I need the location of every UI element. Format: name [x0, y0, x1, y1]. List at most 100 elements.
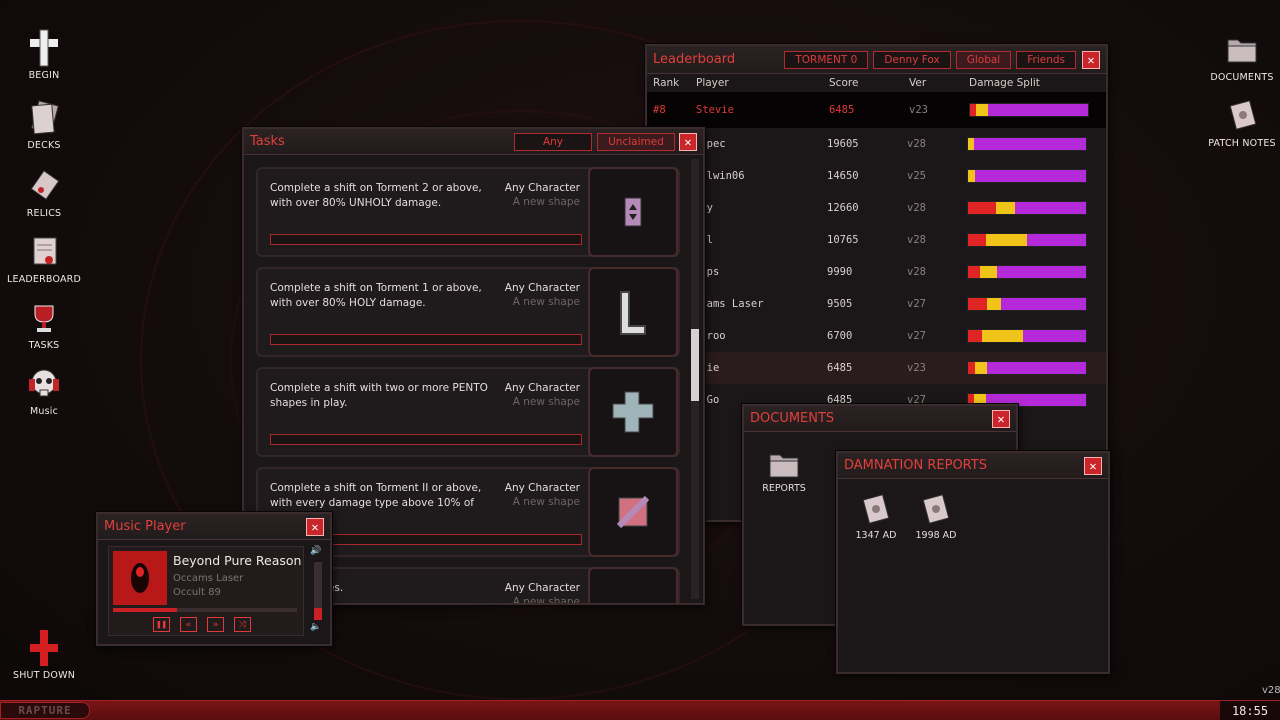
- pause-icon[interactable]: ❚❚: [153, 617, 170, 632]
- report-1998[interactable]: 1998 AD: [910, 493, 962, 541]
- other-segment: [1015, 202, 1086, 214]
- table-row[interactable]: gel10765 v28: [647, 224, 1106, 256]
- score-cell: 10765: [827, 234, 859, 246]
- close-icon[interactable]: ✕: [992, 409, 1010, 428]
- damnation-titlebar[interactable]: DAMNATION REPORTS ✕: [838, 453, 1108, 479]
- start-button[interactable]: RAPTURE: [0, 702, 90, 719]
- table-row[interactable]: #8 Stevie 6485 v23: [647, 92, 1106, 128]
- fast-forward-icon[interactable]: »: [207, 617, 224, 632]
- desktop-icon-patch-notes[interactable]: PATCH NOTES: [1202, 96, 1280, 149]
- desktop-icon-label: DECKS: [27, 140, 61, 151]
- music-player-window[interactable]: Music Player ✕ Beyond Pure Reason Occams…: [96, 512, 332, 646]
- task-card[interactable]: Complete a shift with two or more PENTO …: [256, 367, 680, 457]
- documents-title: DOCUMENTS: [750, 411, 835, 426]
- table-row[interactable]: lalwin06 14650 v25: [647, 160, 1106, 192]
- trophy-icon: [24, 298, 64, 338]
- filter-player[interactable]: Denny Fox: [873, 50, 951, 69]
- desktop-icon-shut-down[interactable]: SHUT DOWN: [4, 628, 84, 681]
- cross-icon: [24, 28, 64, 68]
- track-progress[interactable]: [113, 608, 297, 612]
- tasks-scrollbar[interactable]: [691, 159, 699, 599]
- desktop-icon-documents[interactable]: DOCUMENTS: [1202, 30, 1280, 83]
- desktop-icon-tasks[interactable]: TASKS: [4, 298, 84, 351]
- task-reward: A new shape: [512, 496, 580, 508]
- close-icon[interactable]: ✕: [1084, 456, 1102, 475]
- damage-split-bar: [967, 201, 1087, 215]
- desktop-icon-relics[interactable]: RELICS: [4, 166, 84, 219]
- task-meta: Any Character A new shape: [505, 581, 580, 603]
- task-reward: A new shape: [512, 296, 580, 308]
- tasks-titlebar[interactable]: Tasks Any Unclaimed ✕: [244, 129, 703, 155]
- desktop-icon-begin[interactable]: BEGIN: [4, 28, 84, 81]
- cards-icon: [24, 98, 64, 138]
- reports-label: REPORTS: [762, 483, 806, 494]
- table-row[interactable]: garoo 6700 v27: [647, 320, 1106, 352]
- music-titlebar[interactable]: Music Player ✕: [98, 514, 330, 540]
- reports-folder[interactable]: REPORTS: [756, 450, 812, 494]
- damage-split-bar: [969, 103, 1089, 117]
- close-icon[interactable]: ✕: [1082, 50, 1100, 69]
- music-title: Music Player: [104, 519, 186, 534]
- table-row[interactable]: afpec 19605 v28: [647, 128, 1106, 160]
- damage-split-bar: [967, 329, 1087, 343]
- volume-down-icon[interactable]: 🔈: [310, 622, 321, 632]
- version-label: v28: [1262, 685, 1280, 696]
- ver-cell: v23: [907, 362, 926, 374]
- damage-split-bar: [967, 361, 1087, 375]
- player-cell: Stevie: [696, 104, 734, 116]
- desktop-icon-leaderboard[interactable]: LEADERBOARD: [4, 232, 84, 285]
- reward-shape-icon[interactable]: [588, 367, 678, 457]
- filter-friends[interactable]: Friends: [1016, 50, 1076, 69]
- task-description: Complete a shift on Torment 1 or above, …: [270, 282, 482, 309]
- leaderboard-title: Leaderboard: [653, 52, 736, 67]
- task-meta: Any Character A new shape: [505, 381, 580, 409]
- player-cell: rry: [694, 202, 827, 214]
- filter-torment[interactable]: TORMENT 0: [784, 50, 869, 69]
- damnation-reports-window[interactable]: DAMNATION REPORTS ✕ 1347 AD 1998 AD: [836, 451, 1110, 674]
- desktop-icon-label: LEADERBOARD: [7, 274, 81, 285]
- reward-shape-icon[interactable]: [588, 467, 678, 557]
- scrollbar-thumb[interactable]: [691, 329, 699, 401]
- volume-up-icon[interactable]: 🔊: [310, 546, 321, 556]
- task-meta: Any Character A new shape: [505, 281, 580, 309]
- filter-global[interactable]: Global: [955, 50, 1012, 69]
- desktop-icon-label: BEGIN: [28, 70, 60, 81]
- ver-cell: v28: [907, 234, 926, 246]
- unholy-segment: [968, 298, 987, 310]
- reward-shape-icon[interactable]: [588, 567, 678, 603]
- music-panel: Beyond Pure Reason Occams Laser Occult 8…: [108, 546, 304, 636]
- holy-segment: [996, 202, 1016, 214]
- leaderboard-titlebar[interactable]: Leaderboard TORMENT 0 Denny Fox Global F…: [647, 46, 1106, 74]
- desktop-icon-label: TASKS: [28, 340, 60, 351]
- task-card[interactable]: Complete a shift on Torment 1 or above, …: [256, 267, 680, 357]
- table-row[interactable]: evie 6485 v23: [647, 352, 1106, 384]
- report-1347[interactable]: 1347 AD: [850, 493, 902, 541]
- player-cell: hops: [694, 266, 720, 278]
- table-row[interactable]: rry12660 v28: [647, 192, 1106, 224]
- player-cell: evie: [694, 362, 720, 374]
- task-character: Any Character: [504, 282, 580, 294]
- shuffle-icon[interactable]: ⤨: [234, 617, 251, 632]
- other-segment: [987, 104, 1088, 116]
- volume-slider[interactable]: [314, 562, 322, 620]
- task-meta: Any Character A new shape: [505, 481, 580, 509]
- close-icon[interactable]: ✕: [306, 517, 324, 536]
- documents-titlebar[interactable]: DOCUMENTS ✕: [744, 406, 1016, 432]
- desktop-icon-music[interactable]: Music: [4, 364, 84, 417]
- other-segment: [1023, 330, 1086, 342]
- reward-shape-icon[interactable]: [588, 167, 678, 257]
- table-row[interactable]: ccams Laser 9505 v27: [647, 288, 1106, 320]
- table-row[interactable]: hops 9990 v28: [647, 256, 1106, 288]
- rewind-icon[interactable]: «: [180, 617, 197, 632]
- filter-unclaimed[interactable]: Unclaimed: [597, 132, 675, 151]
- desktop-icon-decks[interactable]: DECKS: [4, 98, 84, 151]
- scroll-icon: [850, 493, 902, 530]
- clock: 18:55: [1220, 701, 1280, 720]
- ver-cell: v25: [907, 170, 926, 182]
- task-card[interactable]: Complete a shift on Torment 2 or above, …: [256, 167, 680, 257]
- score-cell: 9505: [827, 298, 853, 310]
- reward-shape-icon[interactable]: [588, 267, 678, 357]
- close-icon[interactable]: ✕: [679, 132, 697, 151]
- filter-any[interactable]: Any: [514, 132, 592, 151]
- task-reward: A new shape: [512, 596, 580, 603]
